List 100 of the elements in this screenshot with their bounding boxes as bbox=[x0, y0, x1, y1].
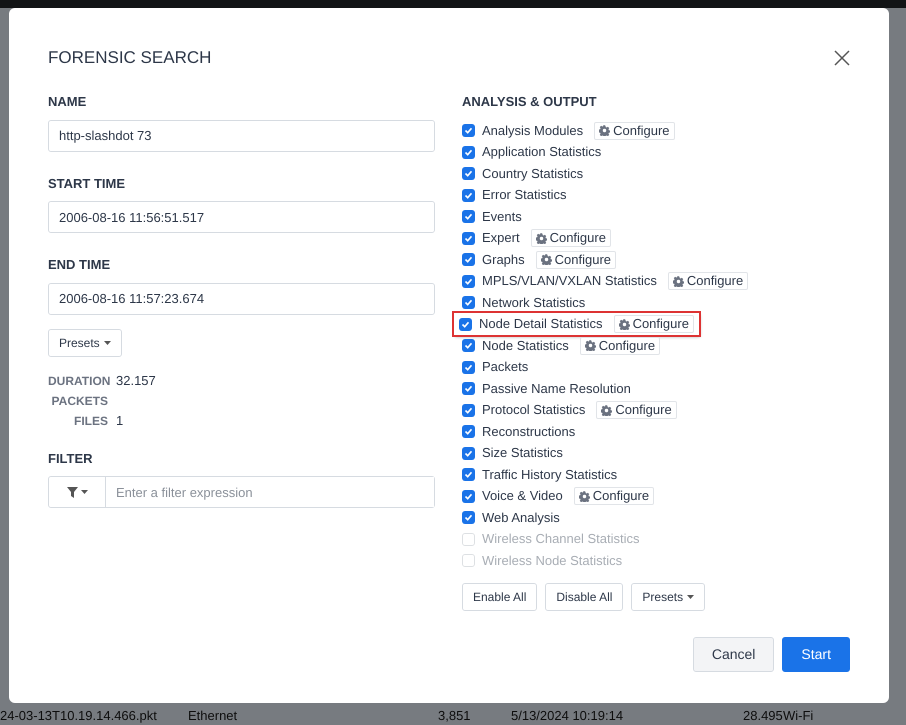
option-label: Analysis Modules bbox=[482, 122, 584, 140]
stat-value: 32.157 bbox=[116, 372, 156, 390]
configure-button[interactable]: Configure bbox=[614, 315, 694, 334]
checkbox[interactable] bbox=[462, 188, 475, 202]
stat-label: DURATION bbox=[48, 372, 108, 390]
checkbox[interactable] bbox=[462, 339, 475, 352]
checkbox[interactable] bbox=[462, 382, 475, 396]
filter-icon bbox=[66, 486, 78, 498]
check-icon bbox=[464, 492, 473, 501]
table-cell-text: 5/13/2024 10:19:14 bbox=[511, 707, 624, 725]
stat-label: FILES bbox=[72, 412, 108, 430]
option-label: Wireless Channel Statistics bbox=[482, 530, 640, 548]
check-icon bbox=[464, 148, 473, 157]
check-icon bbox=[464, 234, 473, 243]
start-time-field[interactable]: 2006-08-16 11:56:51.517 bbox=[48, 201, 435, 234]
configure-button[interactable]: Configure bbox=[530, 229, 611, 248]
section-label: ANALYSIS & OUTPUT bbox=[462, 93, 598, 112]
option-label: Expert bbox=[482, 229, 520, 248]
check-icon bbox=[461, 320, 470, 329]
option-label: Country Statistics bbox=[482, 164, 584, 183]
checkbox[interactable] bbox=[462, 296, 475, 310]
checkbox[interactable] bbox=[459, 318, 472, 331]
check-icon bbox=[464, 470, 473, 480]
check-icon bbox=[464, 190, 473, 200]
option-label: Network Statistics bbox=[482, 294, 586, 312]
checkbox[interactable] bbox=[462, 446, 475, 460]
option-label: Application Statistics bbox=[482, 143, 602, 162]
close-icon[interactable] bbox=[834, 50, 850, 66]
option-label: MPLS/VLAN/VXLAN Statistics bbox=[482, 272, 657, 290]
caret-icon bbox=[80, 490, 88, 494]
stat-value: 1 bbox=[116, 412, 124, 430]
checkbox[interactable] bbox=[462, 124, 475, 138]
option-label: Error Statistics bbox=[482, 186, 567, 204]
option-label: Traffic History Statistics bbox=[482, 466, 618, 484]
end-time-field[interactable]: 2006-08-16 11:57:23.674 bbox=[48, 282, 435, 315]
stat-label: PACKETS bbox=[50, 392, 108, 410]
option-button[interactable]: Enable All bbox=[462, 583, 538, 612]
presets-button[interactable]: Presets bbox=[48, 328, 122, 357]
field-label: FILTER bbox=[48, 450, 94, 468]
dialog-title: FORENSIC SEARCH bbox=[48, 48, 212, 68]
checkbox[interactable] bbox=[462, 511, 475, 524]
configure-button[interactable]: Configure bbox=[574, 487, 654, 506]
gear-icon bbox=[618, 318, 630, 330]
table-cell-text: Wi-Fi bbox=[783, 707, 814, 725]
option-label: Web Analysis bbox=[482, 508, 560, 527]
gear-icon bbox=[599, 125, 610, 136]
checkbox[interactable] bbox=[462, 490, 475, 503]
check-icon bbox=[464, 255, 473, 264]
option-label: Size Statistics bbox=[482, 444, 563, 462]
field-label: NAME bbox=[48, 93, 88, 112]
configure-button[interactable]: Configure bbox=[580, 336, 660, 355]
gear-icon bbox=[536, 232, 547, 244]
checkbox[interactable] bbox=[462, 167, 475, 180]
check-icon bbox=[464, 427, 473, 436]
table-cell-text: 3,851 bbox=[438, 707, 471, 725]
check-icon bbox=[464, 298, 473, 308]
option-label: Protocol Statistics bbox=[482, 401, 586, 420]
configure-button[interactable]: Configure bbox=[668, 272, 748, 290]
checkbox[interactable] bbox=[462, 232, 475, 245]
name-field[interactable]: http-slashdot 73 bbox=[48, 120, 435, 152]
checkbox[interactable] bbox=[462, 468, 475, 482]
field-label: START TIME bbox=[48, 174, 126, 193]
check-icon bbox=[464, 126, 473, 136]
gear-icon bbox=[601, 404, 612, 416]
caret-icon bbox=[104, 340, 111, 345]
checkbox[interactable] bbox=[462, 425, 475, 438]
check-icon bbox=[464, 362, 473, 372]
caret-icon bbox=[687, 595, 694, 600]
table-cell-text: 24-03-13T10.19.14.466.pkt bbox=[0, 707, 157, 725]
gear-icon bbox=[578, 490, 590, 502]
filter-field[interactable]: Enter a filter expression bbox=[48, 476, 435, 508]
checkbox[interactable] bbox=[462, 360, 475, 374]
checkbox[interactable] bbox=[462, 210, 475, 224]
gear-icon bbox=[584, 340, 596, 352]
option-label: Node Statistics bbox=[482, 336, 569, 355]
table-cell-text: 28.495 bbox=[743, 707, 783, 725]
configure-button[interactable]: Configure bbox=[536, 250, 616, 269]
check-icon bbox=[464, 406, 473, 415]
gear-icon bbox=[540, 254, 552, 266]
check-icon bbox=[464, 384, 473, 394]
checkbox[interactable] bbox=[462, 146, 475, 159]
presets-button[interactable]: Presets bbox=[631, 583, 706, 612]
option-label: Wireless Node Statistics bbox=[482, 552, 622, 570]
configure-button[interactable]: Configure bbox=[596, 401, 677, 420]
table-cell-text: Ethernet bbox=[188, 707, 238, 725]
cancel-button[interactable]: Cancel bbox=[692, 637, 774, 672]
checkbox[interactable] bbox=[462, 274, 475, 288]
check-icon bbox=[464, 513, 473, 522]
option-button[interactable]: Disable All bbox=[545, 583, 624, 612]
configure-button[interactable]: Configure bbox=[594, 122, 675, 140]
checkbox[interactable] bbox=[462, 404, 475, 417]
checkbox[interactable] bbox=[462, 253, 475, 266]
field-label: END TIME bbox=[48, 256, 112, 274]
check-icon bbox=[464, 276, 473, 286]
option-label: Events bbox=[482, 208, 522, 226]
option-label: Voice & Video bbox=[482, 487, 563, 506]
check-icon bbox=[464, 448, 473, 458]
check-icon bbox=[464, 341, 473, 350]
check-icon bbox=[464, 212, 473, 222]
start-button[interactable]: Start bbox=[782, 637, 850, 672]
